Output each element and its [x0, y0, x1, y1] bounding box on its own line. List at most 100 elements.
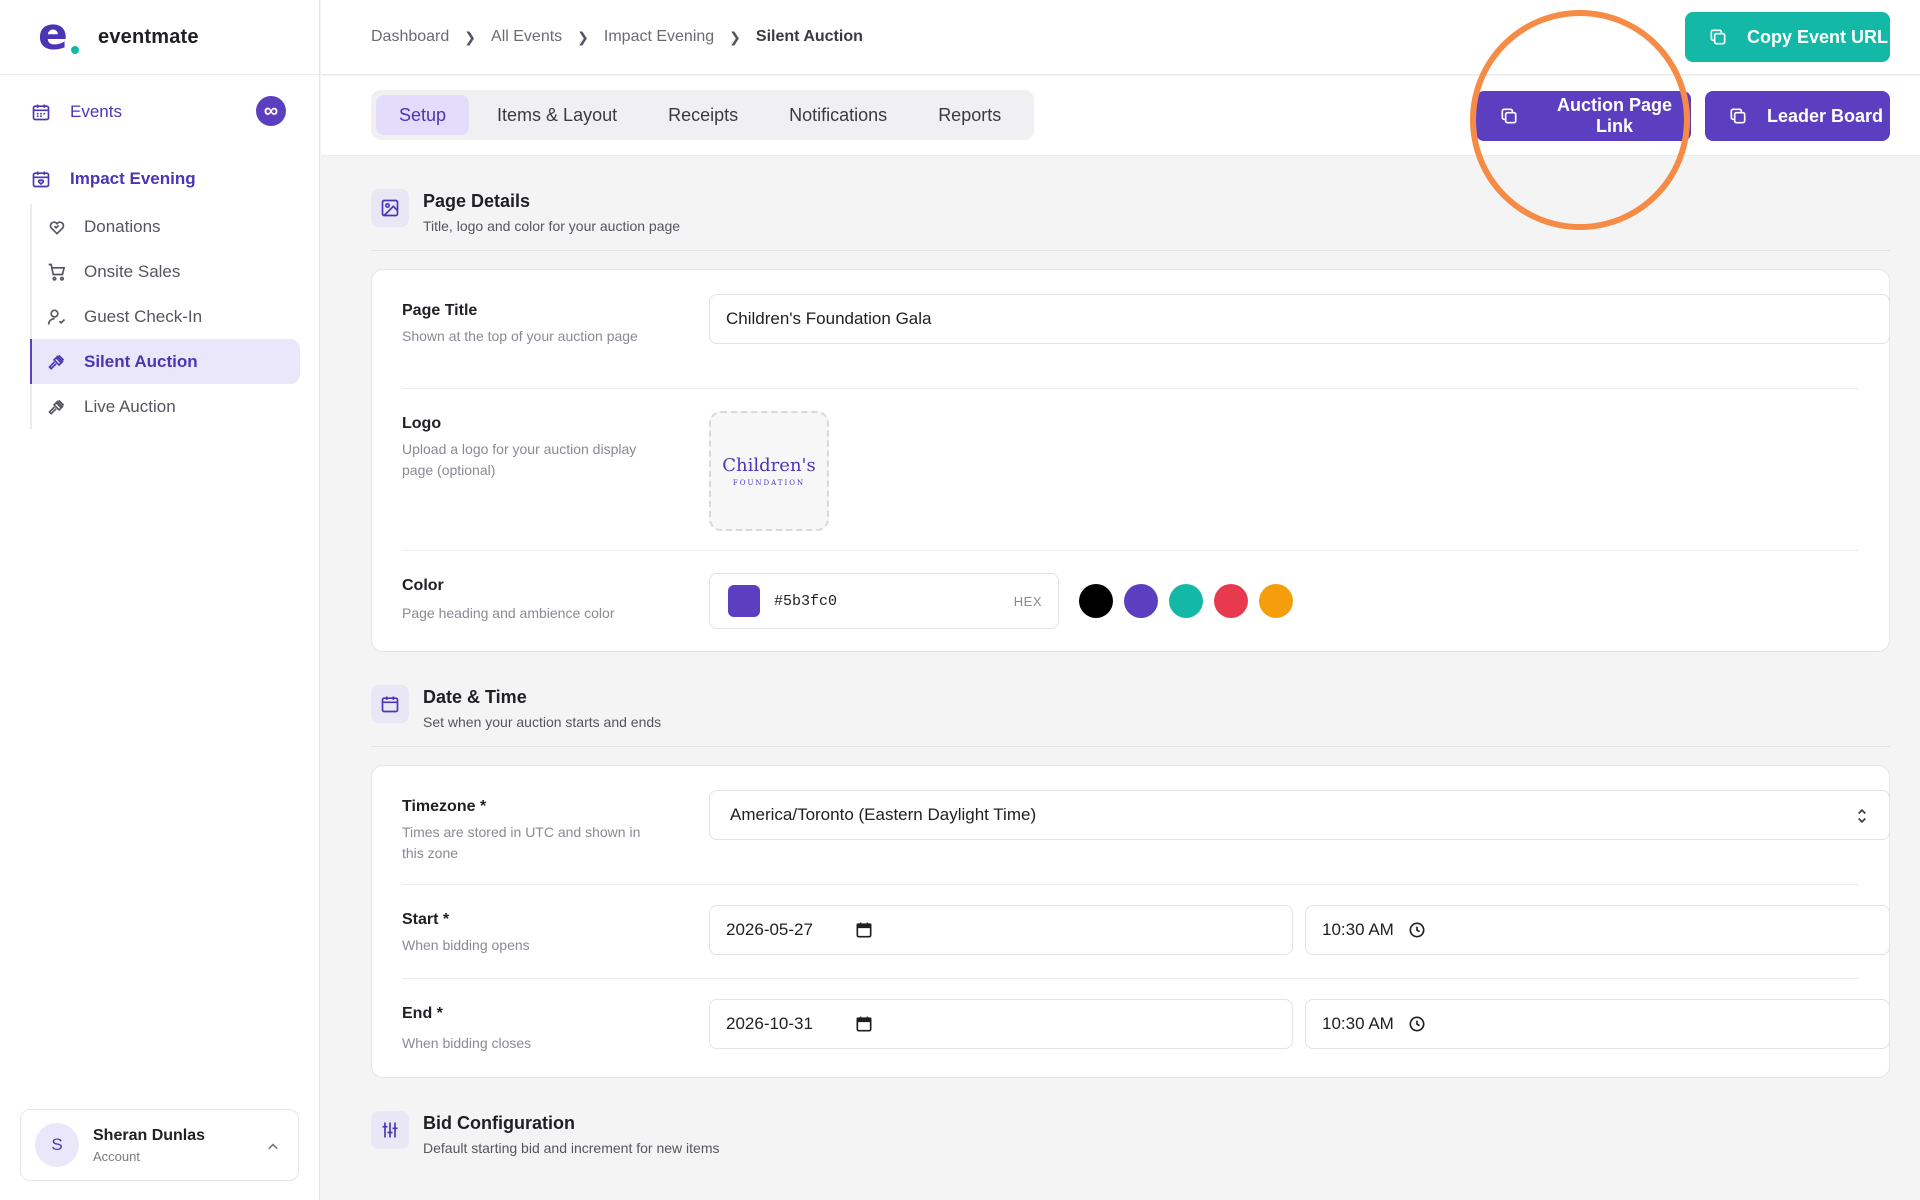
page-title-input[interactable]: Children's Foundation Gala — [709, 294, 1890, 344]
heart-handshake-icon — [46, 216, 68, 238]
sidebar-item-label: Onsite Sales — [84, 261, 181, 281]
account-name: Sheran Dunlas — [93, 1126, 206, 1144]
gavel-icon — [46, 351, 68, 373]
user-check-icon — [46, 306, 68, 328]
field-label: Page Title — [402, 302, 478, 319]
account-menu[interactable]: S Sheran Dunlas Account — [20, 1109, 299, 1181]
end-time-input[interactable]: 10:30 AM — [1305, 999, 1890, 1049]
copy-event-url-label: Copy Event URL — [1747, 26, 1889, 47]
section-subtitle: Title, logo and color for your auction p… — [423, 218, 681, 234]
tab-notifications[interactable]: Notifications — [766, 95, 910, 135]
breadcrumb-all-events[interactable]: All Events — [491, 28, 562, 46]
logo-row: Logo Upload a logo for your auction disp… — [402, 389, 1859, 551]
date-time-section: Date & Time Set when your auction starts… — [371, 652, 1890, 1078]
sidebar-item-live-auction[interactable]: Live Auction — [32, 384, 300, 429]
start-row: Start * When bidding opens 2026-05-27 10… — [402, 885, 1890, 979]
section-title: Bid Configuration — [423, 1113, 575, 1133]
swatch-black[interactable] — [1079, 584, 1113, 618]
calendar-icon — [371, 685, 409, 723]
tab-setup[interactable]: Setup — [376, 95, 470, 135]
sidebar-item-label: Guest Check-In — [84, 306, 203, 326]
infinity-badge[interactable]: ∞ — [256, 96, 286, 126]
breadcrumb-impact-evening[interactable]: Impact Evening — [604, 28, 714, 46]
color-input[interactable]: #5b3fc0 HEX — [709, 573, 1059, 629]
field-description: Shown at the top of your auction page — [402, 328, 638, 344]
sidebar-item-label: Donations — [84, 216, 161, 236]
section-header: Page Details Title, logo and color for y… — [371, 156, 1890, 251]
copy-event-url-button[interactable]: Copy Event URL — [1685, 12, 1890, 62]
page-details-section: Page Details Title, logo and color for y… — [371, 156, 1890, 652]
clock-icon[interactable] — [1406, 1013, 1428, 1035]
logo-dot — [71, 46, 79, 54]
app-name: eventmate — [98, 25, 199, 48]
logo-text: Children's — [722, 455, 816, 476]
chevron-up-icon — [262, 1136, 284, 1158]
leader-board-button[interactable]: Leader Board — [1705, 91, 1890, 141]
logo-letter: e — [38, 9, 68, 60]
field-description: When bidding closes — [402, 1035, 532, 1051]
chevron-up-down-icon — [1851, 805, 1873, 827]
brand[interactable]: e eventmate — [0, 0, 319, 75]
section-header: Bid Configuration Default starting bid a… — [371, 1078, 1890, 1164]
breadcrumb-silent-auction: Silent Auction — [755, 28, 863, 45]
copy-icon — [1498, 105, 1520, 127]
sidebar-item-events[interactable]: Events ∞ — [30, 92, 286, 132]
start-time-input[interactable]: 10:30 AM — [1305, 905, 1890, 955]
breadcrumb: Dashboard ❯ All Events ❯ Impact Evening … — [371, 28, 863, 46]
sidebar-item-label: Silent Auction — [84, 351, 198, 371]
sidebar-item-onsite-sales[interactable]: Onsite Sales — [32, 249, 300, 294]
field-description: Page heading and ambience color — [402, 605, 615, 621]
color-preview[interactable] — [728, 585, 760, 617]
end-row: End * When bidding closes 2026-10-31 10:… — [402, 979, 1890, 1077]
calendar-icon[interactable] — [853, 1013, 875, 1035]
swatch-red[interactable] — [1214, 584, 1248, 618]
start-date-value: 2026-05-27 — [726, 920, 813, 939]
sidebar-item-donations[interactable]: Donations — [32, 204, 300, 249]
top-bar: Dashboard ❯ All Events ❯ Impact Evening … — [321, 0, 1920, 75]
calendar-icon — [30, 101, 52, 123]
breadcrumb-dashboard[interactable]: Dashboard — [371, 28, 449, 46]
calendar-icon[interactable] — [853, 919, 875, 941]
account-info: Sheran Dunlas Account — [93, 1127, 205, 1164]
copy-icon — [1727, 105, 1749, 127]
calendar-heart-icon — [30, 168, 52, 190]
image-icon — [371, 189, 409, 227]
leader-board-label: Leader Board — [1767, 105, 1884, 126]
swatch-teal[interactable] — [1169, 584, 1203, 618]
color-swatches — [1079, 584, 1304, 618]
field-description: Times are stored in UTC and shown in thi… — [402, 824, 641, 861]
clock-icon[interactable] — [1406, 919, 1428, 941]
section-header: Date & Time Set when your auction starts… — [371, 652, 1890, 747]
bid-configuration-section: Bid Configuration Default starting bid a… — [371, 1078, 1890, 1164]
cart-icon — [46, 261, 68, 283]
sliders-icon — [371, 1111, 409, 1149]
gavel-icon — [46, 396, 68, 418]
tab-items-layout[interactable]: Items & Layout — [474, 95, 640, 135]
copy-icon — [1707, 26, 1729, 48]
tab-receipts[interactable]: Receipts — [645, 95, 761, 135]
sidebar-item-impact-evening[interactable]: Impact Evening — [30, 160, 300, 198]
field-label: Start * — [402, 911, 450, 928]
end-time-value: 10:30 AM — [1322, 1014, 1394, 1033]
event-nav-group: Impact Evening Donations Onsite Sales Gu… — [30, 160, 300, 429]
main-content: Page Details Title, logo and color for y… — [371, 156, 1890, 1164]
color-format-label: HEX — [1013, 593, 1042, 609]
swatch-orange[interactable] — [1259, 584, 1293, 618]
timezone-select[interactable]: America/Toronto (Eastern Daylight Time) — [709, 790, 1890, 840]
tab-list: Setup Items & Layout Receipts Notificati… — [371, 90, 1035, 140]
chevron-right-icon: ❯ — [464, 28, 477, 45]
end-date-value: 2026-10-31 — [726, 1014, 813, 1033]
sidebar-item-silent-auction[interactable]: Silent Auction — [30, 339, 300, 384]
end-date-input[interactable]: 2026-10-31 — [709, 999, 1293, 1049]
chevron-right-icon: ❯ — [577, 28, 589, 45]
tab-reports[interactable]: Reports — [915, 95, 1024, 135]
start-date-input[interactable]: 2026-05-27 — [709, 905, 1293, 955]
section-title: Date & Time — [423, 687, 527, 707]
sidebar-item-guest-check-in[interactable]: Guest Check-In — [32, 294, 300, 339]
logo-upload[interactable]: Children's FOUNDATION — [709, 411, 829, 531]
swatch-purple[interactable] — [1124, 584, 1158, 618]
field-label: Logo — [402, 415, 442, 432]
field-description: Upload a logo for your auction display p… — [402, 441, 637, 478]
auction-page-link-button[interactable]: Auction Page Link — [1476, 91, 1691, 141]
page-details-card: Page Title Shown at the top of your auct… — [371, 269, 1890, 652]
